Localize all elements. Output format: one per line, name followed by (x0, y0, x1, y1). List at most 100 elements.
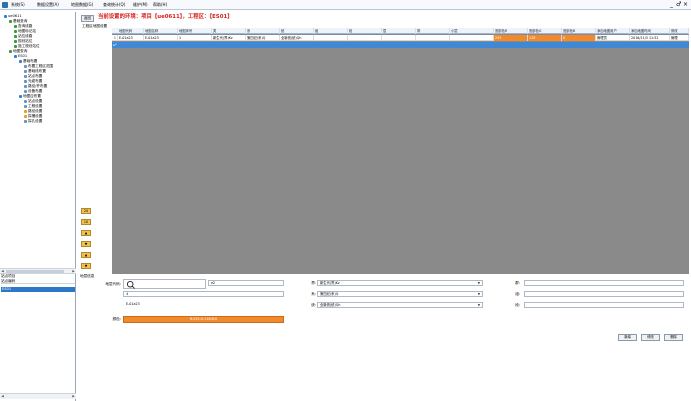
globe-icon (4, 14, 7, 18)
column-header[interactable]: 小层 (450, 28, 494, 34)
search-icon (126, 280, 135, 289)
code-label: 地层代码: (105, 282, 121, 286)
code-input[interactable] (123, 279, 206, 289)
app-logo-icon (2, 2, 8, 8)
menu-map-data[interactable]: 地图数据(G) (71, 2, 93, 8)
table-cell[interactable] (416, 35, 450, 41)
column-header[interactable]: 底部色B (562, 28, 596, 34)
column-header[interactable]: 段 (348, 28, 382, 34)
move-down-button[interactable]: ▼ (81, 241, 91, 247)
column-header[interactable]: 统 (280, 28, 314, 34)
menu-bar: 系统(S) 数据设置(A) 地图数据(G) 查询统计(Q) 维护(M) 帮助(H… (0, 0, 691, 10)
table-cell[interactable]: E-01a23 (144, 35, 178, 41)
formation-input[interactable] (524, 291, 684, 297)
tool-button-10[interactable]: 10 (81, 219, 91, 225)
doc-icon (24, 104, 27, 108)
column-header[interactable]: 组 (314, 28, 348, 34)
column-header[interactable]: 带 (416, 28, 450, 34)
doc-icon (24, 89, 27, 93)
tree-node[interactable]: 探孔设置 (24, 119, 42, 124)
color-r-cell[interactable]: 255 (494, 35, 528, 41)
move-top-button[interactable]: ▲ (81, 252, 91, 258)
layer-icon (14, 44, 17, 48)
table-cell[interactable]: 新生代(界)Kz (212, 35, 246, 41)
column-header[interactable]: 底部色G (528, 28, 562, 34)
doc-icon (24, 99, 27, 103)
restore-button[interactable]: ♂ (676, 1, 681, 9)
color-picker-bar[interactable]: R:255;G:128;B:0 (123, 316, 284, 323)
return-button[interactable]: 返回 (81, 15, 94, 22)
table-cell[interactable] (314, 35, 348, 41)
column-header[interactable]: 底部色R (494, 28, 528, 34)
color-label: 颜色: (112, 317, 121, 321)
minimize-button[interactable]: _ (669, 1, 674, 9)
strata-data-grid[interactable]: 地图代码 地图名称 地图序号 类 系 统 组 段 层 带 小层 底部色R 底部色… (112, 28, 689, 274)
folder-icon (9, 49, 12, 53)
table-cell[interactable] (450, 35, 494, 41)
field6-label: 段: (515, 303, 520, 307)
menu-query[interactable]: 查询统计(Q) (103, 2, 125, 8)
station-horizontal-scrollbar[interactable]: ◀ ▶ (0, 393, 76, 399)
delete-button[interactable]: 删除 (664, 334, 683, 341)
column-header[interactable]: 添加地图用户 (596, 28, 630, 34)
table-row[interactable]: 1 E-01a23 E-01a23 1 新生代(界)Kz 第四纪(系)Q 全新统… (112, 35, 689, 41)
move-bottom-button[interactable]: ▼ (81, 263, 91, 269)
doc-icon (24, 119, 27, 123)
layer-icon (19, 59, 22, 63)
scroll-right-icon[interactable]: ▶ (71, 394, 76, 398)
form-title: 地层信息 (80, 274, 95, 278)
sidebar: ue0611 基础查询 查询线路 地图标记站 站位线路 规划站位 施工规划站位 … (0, 12, 76, 401)
column-header[interactable]: 地图代码 (118, 28, 144, 34)
column-header[interactable]: 层 (382, 28, 416, 34)
color-b-cell[interactable]: 0 (562, 35, 596, 41)
layer-icon (19, 94, 22, 98)
doc-icon (24, 74, 27, 78)
table-cell[interactable]: 第四纪(系)Q (246, 35, 280, 41)
column-header[interactable]: 修改 (670, 28, 689, 34)
table-cell[interactable]: 管理员 (596, 35, 630, 41)
era-select[interactable]: 新生代(界)Kz ▼ (317, 280, 483, 286)
column-header[interactable]: 地图名称 (144, 28, 178, 34)
new-row-marker: ▸* (113, 43, 117, 47)
scroll-left-icon[interactable]: ◀ (0, 394, 5, 398)
table-cell[interactable]: 1 (178, 35, 212, 41)
table-cell[interactable] (382, 35, 416, 41)
system-select[interactable]: 第四纪(系)Q ▼ (317, 291, 483, 297)
close-button[interactable]: × (683, 1, 688, 9)
table-cell[interactable]: 管理 (670, 35, 689, 41)
menu-system[interactable]: 系统(S) (11, 2, 25, 8)
menu-help[interactable]: 帮助(H) (153, 2, 167, 8)
table-cell[interactable]: 全新统(统)Qh (280, 35, 314, 41)
add-button[interactable]: 新增 (618, 334, 637, 341)
field1-label: 界: (311, 281, 316, 285)
table-cell[interactable] (348, 35, 382, 41)
column-header[interactable]: 添加地图时间 (630, 28, 670, 34)
edit-button[interactable]: 修改 (641, 334, 660, 341)
tool-button-20[interactable]: 20 (81, 208, 91, 214)
name-input[interactable]: e2 (208, 280, 284, 286)
layer-icon (14, 24, 17, 28)
group-input[interactable] (524, 280, 684, 286)
segment-input[interactable] (524, 302, 684, 308)
series-select[interactable]: 全新统(统)Qh ▼ (317, 302, 483, 308)
station-column-header[interactable]: 站点编码 (1, 279, 75, 284)
current-environment-label: 当前设置的环境：项目【ue0611】，工程区：【ES01】 (98, 14, 233, 20)
color-g-cell[interactable]: 128 (528, 35, 562, 41)
table-cell[interactable]: 2016/11/3 11:52 (630, 35, 670, 41)
scroll-right-icon[interactable]: ▶ (71, 269, 76, 273)
move-up-button[interactable]: ▲ (81, 230, 91, 236)
scrollbar-thumb[interactable] (6, 270, 64, 273)
new-row[interactable]: ▸* (112, 42, 689, 48)
order-input[interactable]: 4 (123, 291, 284, 297)
column-header[interactable]: 类 (212, 28, 246, 34)
table-cell[interactable]: E-01a23 (118, 35, 144, 41)
menu-maintenance[interactable]: 维护(M) (133, 2, 148, 8)
folder-icon (14, 54, 17, 58)
column-header[interactable]: 系 (246, 28, 280, 34)
column-header[interactable]: 地图序号 (178, 28, 212, 34)
station-row-selected[interactable]: ES01 (1, 287, 75, 292)
doc-icon (24, 109, 27, 113)
section-caption: 工程区地图设置 (82, 24, 108, 28)
scroll-left-icon[interactable]: ◀ (0, 269, 5, 273)
menu-data-settings[interactable]: 数据设置(A) (37, 2, 59, 8)
